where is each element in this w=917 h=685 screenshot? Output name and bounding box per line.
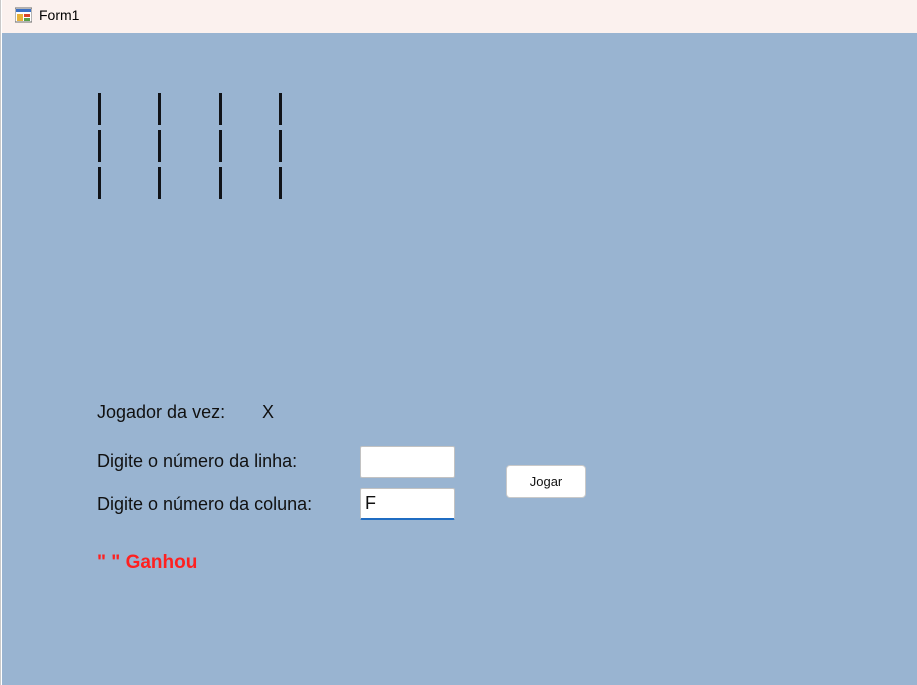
column-number-label: Digite o número da coluna:: [97, 494, 313, 514]
board-cell-separator: [98, 130, 101, 162]
board-cell-separator: [219, 130, 222, 162]
app-window: Form1 Jogador da vez: X Digite o número …: [0, 0, 917, 685]
winforms-app-icon: [15, 7, 32, 23]
window-title: Form1: [39, 7, 80, 23]
board-cell-separator: [279, 130, 282, 162]
column-number-input[interactable]: [360, 488, 455, 520]
board-cell-separator: [219, 167, 222, 199]
form-client-area: Jogador da vez: X Digite o número da lin…: [2, 33, 917, 685]
board-cell-separator: [98, 93, 101, 125]
board-cell-separator: [158, 130, 161, 162]
board-cell-separator: [219, 93, 222, 125]
board-row-3: [96, 165, 316, 202]
row-number-label: Digite o número da linha:: [97, 451, 298, 471]
current-player-value: X: [262, 402, 275, 422]
title-bar[interactable]: Form1: [2, 0, 917, 33]
tic-tac-toe-board: [96, 91, 316, 202]
board-cell-separator: [279, 167, 282, 199]
board-cell-separator: [279, 93, 282, 125]
board-row-1: [96, 91, 316, 128]
board-row-2: [96, 128, 316, 165]
play-button[interactable]: Jogar: [506, 465, 586, 498]
winner-message: " " Ganhou: [97, 552, 198, 573]
current-player-label: Jogador da vez:: [97, 402, 226, 422]
board-cell-separator: [98, 167, 101, 199]
row-number-input[interactable]: [360, 446, 455, 478]
board-cell-separator: [158, 167, 161, 199]
board-cell-separator: [158, 93, 161, 125]
